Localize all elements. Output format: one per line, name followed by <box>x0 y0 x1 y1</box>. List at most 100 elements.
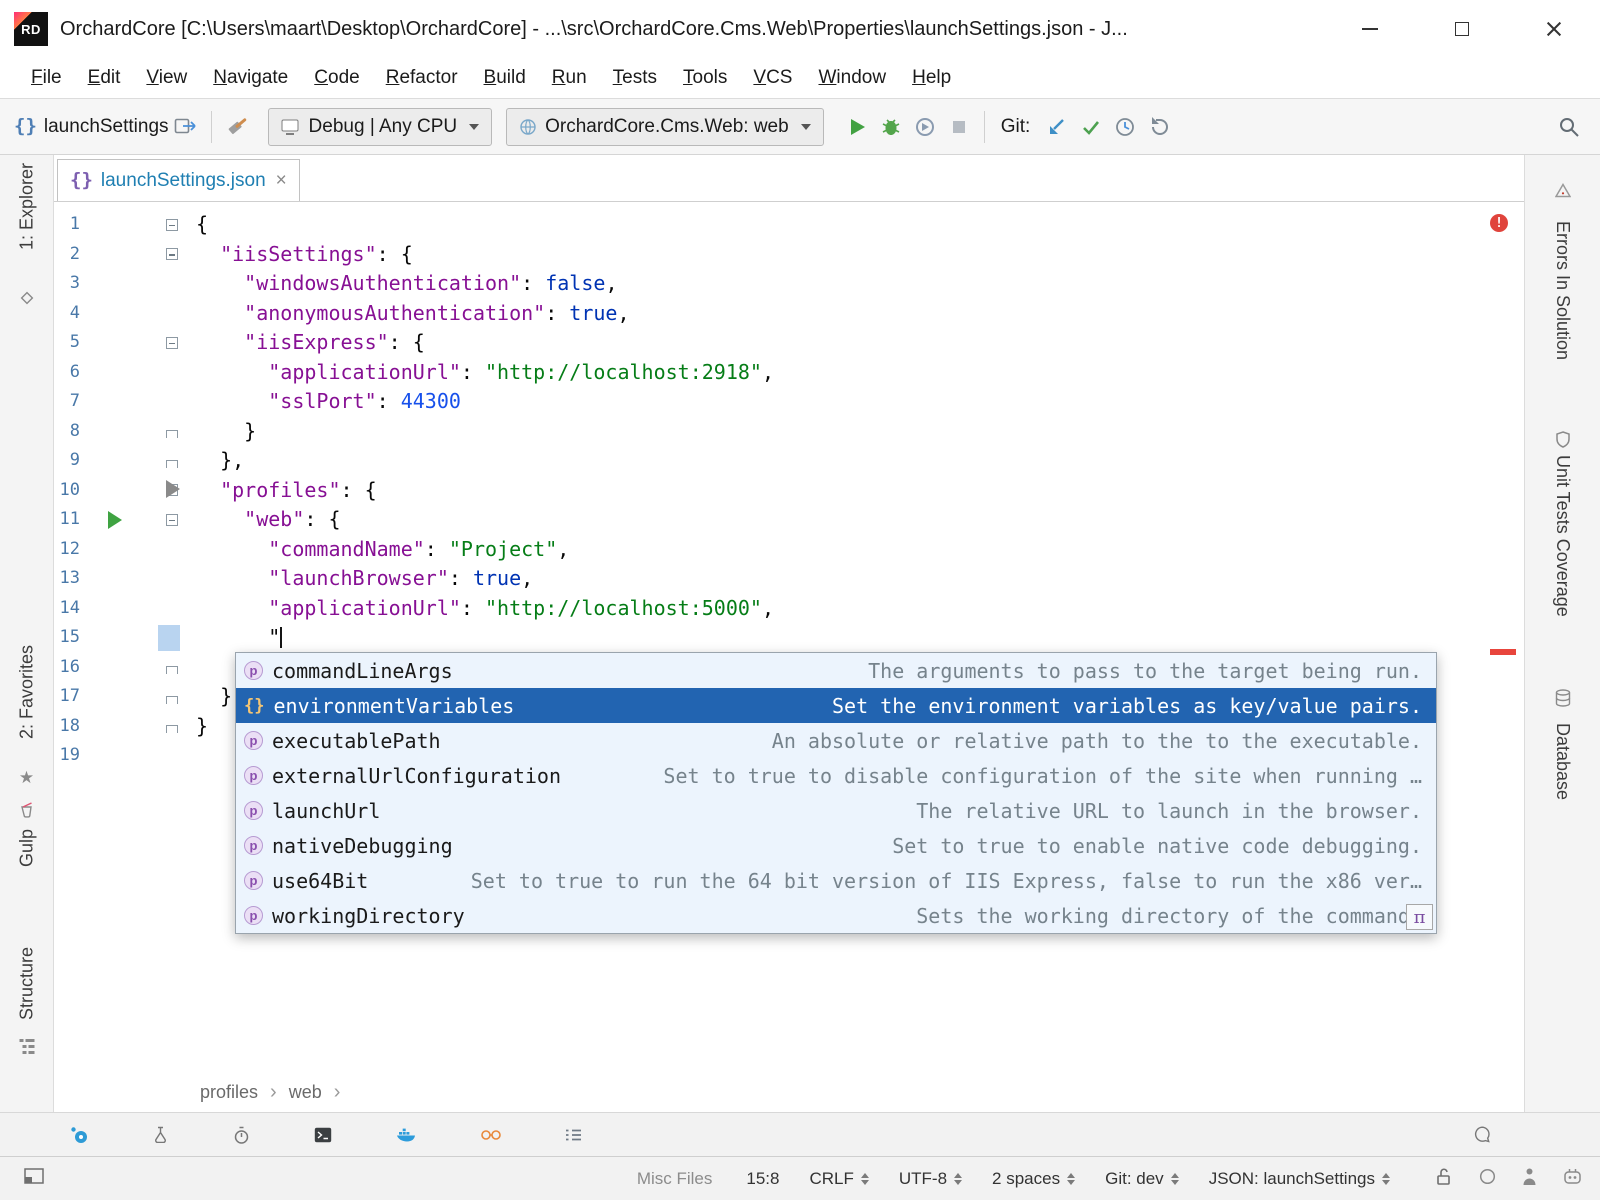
line-number[interactable]: 3 <box>54 269 80 299</box>
code-editor[interactable]: 1{2 "iisSettings": {3 "windowsAuthentica… <box>54 202 1524 1072</box>
toolwindow-button-6-todo[interactable] <box>565 1128 591 1142</box>
fold-marker-icon[interactable] <box>166 337 178 349</box>
menu-item-help[interactable]: Help <box>899 63 964 93</box>
completion-item[interactable]: {}environmentVariablesSet the environmen… <box>236 688 1436 723</box>
tab-launchsettings-json[interactable]: launchSettings.json × <box>57 159 300 201</box>
toolwindow-button-8-unit-tests[interactable] <box>152 1126 178 1143</box>
fold-marker-icon[interactable] <box>166 666 178 674</box>
run-line-icon[interactable] <box>108 511 122 529</box>
rollback-button[interactable] <box>1142 109 1176 145</box>
toolwindow-button-errors[interactable]: Errors In Solution <box>1552 221 1573 360</box>
editor-line[interactable]: 10 "profiles": { <box>54 476 1524 506</box>
fold-marker-icon[interactable] <box>166 725 178 733</box>
menu-item-window[interactable]: Window <box>805 63 899 93</box>
toolwindow-button-structure[interactable]: Structure <box>16 947 37 1020</box>
git-update-button[interactable] <box>1040 109 1074 145</box>
errors-icon[interactable] <box>1555 183 1571 203</box>
editor-line[interactable]: 1{ <box>54 210 1524 240</box>
menu-item-tools[interactable]: Tools <box>670 63 740 93</box>
menu-item-edit[interactable]: Edit <box>75 63 134 93</box>
close-button[interactable] <box>1508 0 1600 58</box>
status-widget-json-launchsettings[interactable]: JSON: launchSettings <box>1209 1169 1390 1189</box>
fold-marker-icon[interactable] <box>166 696 178 704</box>
line-number[interactable]: 11 <box>54 505 80 535</box>
editor-line[interactable]: 5 "iisExpress": { <box>54 328 1524 358</box>
line-number[interactable]: 15 <box>54 623 80 653</box>
toolwindow-button-performance-profiler[interactable] <box>233 1126 259 1144</box>
completion-item[interactable]: plaunchUrlThe relative URL to launch in … <box>236 793 1436 828</box>
breadcrumb-item[interactable]: profiles <box>200 1082 258 1103</box>
errors-badge-icon[interactable] <box>1490 214 1508 232</box>
pin-icon[interactable] <box>20 291 34 310</box>
completion-item[interactable]: pworkingDirectorySets the working direct… <box>236 898 1436 933</box>
completion-item[interactable]: pnativeDebuggingSet to true to enable na… <box>236 828 1436 863</box>
stop-button[interactable] <box>942 109 976 145</box>
editor-line[interactable]: 4 "anonymousAuthentication": true, <box>54 299 1524 329</box>
line-number[interactable]: 6 <box>54 358 80 388</box>
completion-item[interactable]: pexternalUrlConfigurationSet to true to … <box>236 758 1436 793</box>
editor-line[interactable]: 2 "iisSettings": { <box>54 240 1524 270</box>
run-with-coverage-button[interactable] <box>908 109 942 145</box>
navbar-current-file[interactable]: launchSettings <box>14 115 169 138</box>
toolwindow-button-7-nuget[interactable] <box>70 1126 97 1144</box>
fold-marker-icon[interactable] <box>166 219 178 231</box>
editor-line[interactable]: 12 "commandName": "Project", <box>54 535 1524 565</box>
fold-marker-icon[interactable] <box>166 430 178 438</box>
debug-button[interactable] <box>874 109 908 145</box>
line-number[interactable]: 5 <box>54 328 80 358</box>
status-widget-15-8[interactable]: 15:8 <box>746 1169 779 1189</box>
structure-icon[interactable] <box>19 1039 34 1059</box>
line-number[interactable]: 12 <box>54 535 80 565</box>
line-number[interactable]: 1 <box>54 210 80 240</box>
editor-line[interactable]: 9 }, <box>54 446 1524 476</box>
line-number[interactable]: 4 <box>54 299 80 329</box>
menu-item-tests[interactable]: Tests <box>600 63 670 93</box>
toolwindow-button-rest-client[interactable] <box>481 1128 510 1142</box>
completion-item[interactable]: puse64BitSet to true to run the 64 bit v… <box>236 863 1436 898</box>
menu-item-navigate[interactable]: Navigate <box>200 63 301 93</box>
editor-line[interactable]: 13 "launchBrowser": true, <box>54 564 1524 594</box>
indicator-circle-icon[interactable] <box>1479 1168 1496 1190</box>
error-stripe-mark[interactable] <box>1490 649 1516 655</box>
line-number[interactable]: 16 <box>54 653 80 683</box>
git-commit-button[interactable] <box>1074 109 1108 145</box>
status-widget-2-spaces[interactable]: 2 spaces <box>992 1169 1075 1189</box>
line-number[interactable]: 19 <box>54 741 80 771</box>
shield-icon[interactable] <box>1555 431 1571 453</box>
line-number[interactable]: 14 <box>54 594 80 624</box>
menu-item-vcs[interactable]: VCS <box>740 63 805 93</box>
menu-item-code[interactable]: Code <box>301 63 372 93</box>
completion-item[interactable]: pexecutablePathAn absolute or relative p… <box>236 723 1436 758</box>
editor-line[interactable]: 7 "sslPort": 44300 <box>54 387 1524 417</box>
status-widget-crlf[interactable]: CRLF <box>809 1169 868 1189</box>
toolwindow-button-favorites[interactable]: 2: Favorites <box>16 645 37 739</box>
hector-inspections-icon[interactable] <box>1522 1167 1537 1191</box>
toolwindow-button-database[interactable]: Database <box>1552 723 1573 800</box>
fold-marker-icon[interactable] <box>166 514 178 526</box>
local-history-button[interactable] <box>1108 109 1142 145</box>
project-selector-combo[interactable]: OrchardCore.Cms.Web: web <box>506 108 824 146</box>
line-number[interactable]: 8 <box>54 417 80 447</box>
menu-item-file[interactable]: File <box>18 63 75 93</box>
line-number[interactable]: 9 <box>54 446 80 476</box>
minimize-button[interactable] <box>1324 0 1416 58</box>
editor-line[interactable]: 11 "web": { <box>54 505 1524 535</box>
gulp-cup-icon[interactable] <box>19 801 34 823</box>
toolwindow-button-terminal[interactable] <box>314 1127 341 1143</box>
completion-item[interactable]: pcommandLineArgsThe arguments to pass to… <box>236 653 1436 688</box>
line-number[interactable]: 2 <box>54 240 80 270</box>
run-button[interactable] <box>840 109 874 145</box>
status-widget-utf-8[interactable]: UTF-8 <box>899 1169 962 1189</box>
line-number[interactable]: 13 <box>54 564 80 594</box>
status-widget-git-dev[interactable]: Git: dev <box>1105 1169 1179 1189</box>
toolwindow-toggle-icon[interactable] <box>24 1168 44 1189</box>
database-icon[interactable] <box>1555 689 1571 713</box>
search-everywhere-button[interactable] <box>1552 109 1586 145</box>
menu-item-run[interactable]: Run <box>539 63 600 93</box>
breadcrumb-item[interactable]: web <box>289 1082 322 1103</box>
build-hammer-icon[interactable] <box>220 109 254 145</box>
editor-line[interactable]: 3 "windowsAuthentication": false, <box>54 269 1524 299</box>
fold-marker-icon[interactable] <box>166 460 178 468</box>
editor-line[interactable]: 6 "applicationUrl": "http://localhost:29… <box>54 358 1524 388</box>
run-configuration-combo[interactable]: Debug | Any CPU <box>268 108 493 146</box>
